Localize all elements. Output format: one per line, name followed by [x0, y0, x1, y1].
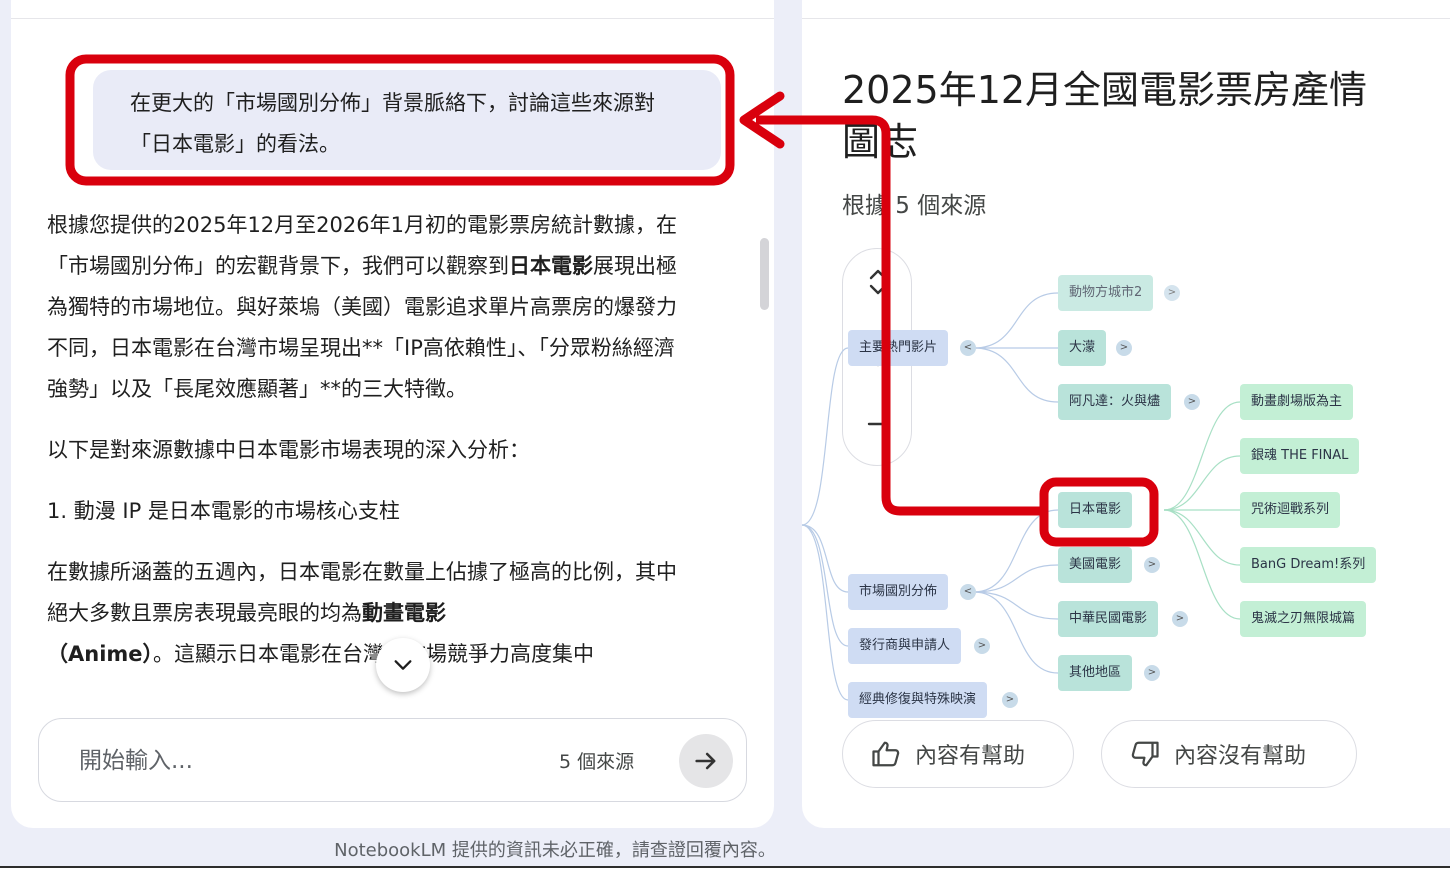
response-paragraph: 在數據所涵蓋的五週內，日本電影在數量上佔據了極高的比例，其中絕大多數且票房表現最… [47, 560, 677, 666]
helpful-label: 內容有幫助 [915, 744, 1026, 769]
thumbs-up-icon [872, 741, 900, 767]
mindmap-node-classic-restoration[interactable]: 經典修復與特殊映演 [848, 682, 988, 718]
response-text: 根據您提供的2025年12月至2026年1月初的電影票房統計數據，在「市場國別分… [47, 205, 677, 710]
disclaimer: NotebookLM 提供的資訊未必正確，請查證回覆內容。 [334, 840, 776, 861]
mindmap-node-film[interactable]: 阿凡達：火與燼 [1058, 384, 1172, 420]
mindmap-node-major-films[interactable]: 主要熱門影片 [848, 330, 949, 366]
helpful-button[interactable]: 內容有幫助 [842, 720, 1074, 788]
mindmap-node-country-distribution[interactable]: 市場國別分佈 [848, 574, 949, 610]
mindmap-node-japan-item[interactable]: 動畫劇場版為主 [1240, 384, 1354, 420]
user-query-bubble: 在更大的「市場國別分佈」背景脈絡下，討論這些來源對「日本電影」的看法。 [93, 70, 721, 170]
user-query-text: 在更大的「市場國別分佈」背景脈絡下，討論這些來源對「日本電影」的看法。 [130, 91, 655, 156]
expand-icon[interactable]: > [1116, 340, 1132, 356]
collapse-icon[interactable]: < [960, 340, 976, 356]
expand-icon[interactable]: > [1144, 557, 1160, 573]
chat-input-box[interactable]: 開始輸入... 5 個來源 [38, 718, 747, 802]
expand-icon[interactable]: > [1144, 665, 1160, 681]
mindmap-node-japan-item[interactable]: 咒術迴戰系列 [1240, 492, 1341, 528]
scroll-down-button[interactable] [376, 638, 430, 692]
response-paragraph: 以下是對來源數據中日本電影市場表現的深入分析： [47, 438, 530, 462]
chat-panel: 在更大的「市場國別分佈」背景脈絡下，討論這些來源對「日本電影」的看法。 根據您提… [11, 0, 774, 828]
mindmap-node-roc-film[interactable]: 中華民國電影 [1058, 601, 1159, 637]
bottom-strip [0, 868, 1450, 890]
thumbs-down-icon [1131, 741, 1159, 767]
chat-input-placeholder[interactable]: 開始輸入... [79, 741, 193, 775]
send-button[interactable] [679, 734, 733, 788]
mindmap-node-japan-film[interactable]: 日本電影 [1058, 492, 1133, 528]
studio-panel: 2025年12月全國電影票房產情圖志 根據 5 個來源 主要熱門影片 < 市場國… [802, 0, 1450, 828]
expand-icon[interactable]: > [1164, 285, 1180, 301]
source-count: 5 個來源 [559, 751, 635, 773]
mindmap: 主要熱門影片 < 市場國別分佈 < 發行商與申請人 > 經典修復與特殊映演 > … [802, 0, 1450, 720]
mindmap-node-us-film[interactable]: 美國電影 [1058, 547, 1133, 583]
mindmap-node-japan-item[interactable]: 鬼滅之刃無限城篇 [1240, 601, 1367, 637]
collapse-icon[interactable]: < [960, 584, 976, 600]
scrollbar[interactable] [760, 238, 769, 310]
mindmap-node-film[interactable]: 大濛 [1058, 330, 1107, 366]
divider [11, 18, 774, 19]
expand-icon[interactable]: > [974, 638, 990, 654]
chevron-down-icon [394, 660, 412, 670]
mindmap-node-other-regions[interactable]: 其他地區 [1058, 655, 1133, 691]
response-paragraph: 根據您提供的2025年12月至2026年1月初的電影票房統計數據，在「市場國別分… [47, 213, 677, 401]
expand-icon[interactable]: > [1002, 692, 1018, 708]
expand-icon[interactable]: > [1172, 611, 1188, 627]
not-helpful-button[interactable]: 內容沒有幫助 [1101, 720, 1357, 788]
arrow-right-icon [695, 752, 716, 770]
mindmap-node-distributors[interactable]: 發行商與申請人 [848, 628, 962, 664]
expand-icon[interactable]: > [1184, 394, 1200, 410]
mindmap-node-japan-item[interactable]: BanG Dream!系列 [1240, 547, 1377, 583]
mindmap-node-film[interactable]: 動物方城市2 [1058, 275, 1154, 311]
response-heading: 1. 動漫 IP 是日本電影的市場核心支柱 [47, 499, 400, 523]
mindmap-node-japan-item[interactable]: 銀魂 THE FINAL [1240, 438, 1360, 474]
not-helpful-label: 內容沒有幫助 [1174, 744, 1307, 769]
